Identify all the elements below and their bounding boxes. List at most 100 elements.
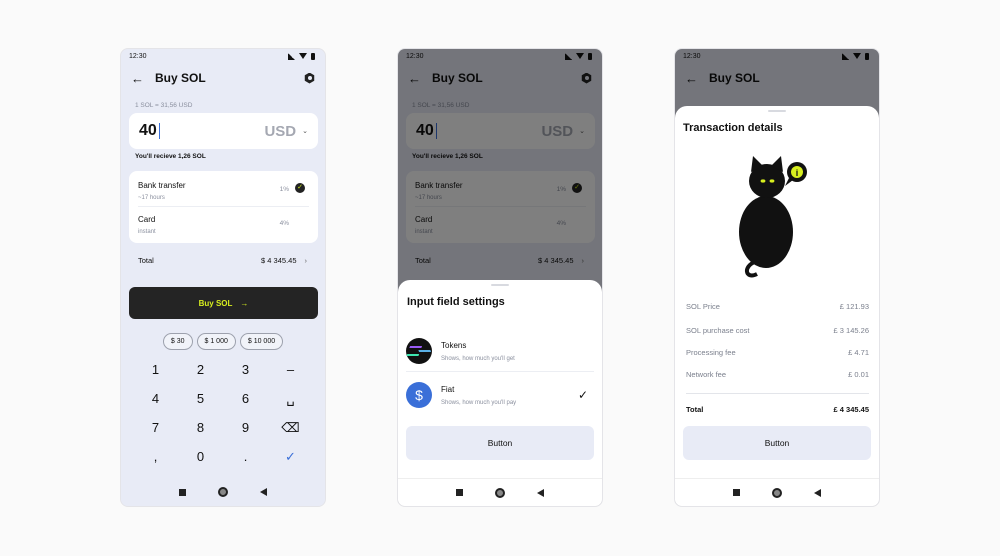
back-arrow-icon[interactable]: ← (131, 71, 149, 86)
home-icon[interactable] (218, 487, 228, 497)
key-0[interactable]: 0 (178, 449, 223, 464)
sheet-handle[interactable] (768, 110, 786, 112)
sheet-handle[interactable] (491, 284, 509, 286)
currency-selector[interactable]: USD (264, 123, 296, 140)
back-icon[interactable] (814, 488, 821, 497)
signal-icon (288, 52, 295, 60)
total-label: Total (138, 256, 154, 265)
payment-method-bank-transfer[interactable]: Bank transfer ~17 hours 1% ✓ (138, 173, 309, 207)
home-icon[interactable] (772, 487, 782, 498)
status-time: 12:30 (129, 52, 147, 60)
input-settings-screen: 12:30 ← Buy SOL 1 SOL = 31,56 USD 40 USD… (397, 48, 603, 507)
key-9[interactable]: 9 (223, 420, 268, 435)
total-value: $ 4 345.45 (261, 256, 297, 265)
amount-value: 40 (139, 122, 157, 139)
key-7[interactable]: 7 (133, 420, 178, 435)
key-grid: 1 2 3 – 4 5 6 ␣ 7 8 9 ⌫ , 0 . ✓ (133, 362, 313, 464)
method-fee: 1% (279, 186, 289, 193)
checkmark-icon: ✓ (577, 388, 588, 402)
detail-label: SOL Price (686, 302, 720, 311)
buy-sol-screen: 12:30 ← Buy SOL 1 SOL = 31,56 USD 40 USD… (120, 48, 326, 507)
total-row[interactable]: Total $ 4 345.45 › (138, 256, 307, 265)
detail-row-processing-fee: Processing fee £ 4.71 (686, 348, 869, 357)
divider (686, 393, 869, 394)
backspace-icon[interactable]: ⌫ (268, 420, 313, 435)
check-circle-icon: ✓ (295, 183, 305, 193)
quick-amount-chips: $ 30 $ 1 000 $ 10 000 (121, 333, 325, 350)
quick-amount-chip[interactable]: $ 1 000 (196, 333, 236, 350)
recents-icon[interactable] (733, 489, 740, 496)
back-icon[interactable] (260, 488, 267, 496)
system-nav-bar (675, 478, 879, 506)
quick-amount-chip[interactable]: $ 10 000 (239, 333, 284, 350)
space-key-icon[interactable]: ␣ (268, 391, 313, 406)
payment-methods: Bank transfer ~17 hours 1% ✓ Card instan… (129, 171, 318, 243)
bottom-sheet: Input field settings Tokens Shows, how m… (398, 280, 602, 506)
detail-label: SOL purchase cost (686, 326, 750, 335)
method-fee: 4% (279, 220, 289, 227)
detail-row-sol-price: SOL Price £ 121.93 (686, 302, 869, 311)
method-name: Card (138, 215, 156, 224)
buy-button-label: Buy SOL (198, 298, 233, 308)
detail-value: £ 3 145.26 (833, 326, 869, 335)
option-fiat[interactable]: $ Fiat Shows, how much you'll pay ✓ (406, 376, 594, 416)
detail-row-total: Total £ 4 345.45 (686, 405, 869, 414)
option-description: Shows, how much you'll pay (441, 400, 517, 406)
recents-icon[interactable] (179, 488, 186, 496)
key-4[interactable]: 4 (133, 391, 178, 406)
option-tokens[interactable]: Tokens Shows, how much you'll get (406, 332, 594, 372)
key-comma[interactable]: , (133, 449, 178, 464)
buy-sol-button[interactable]: Buy SOL → (129, 287, 318, 319)
detail-value: £ 0.01 (848, 370, 869, 379)
chevron-down-icon[interactable]: ⌄ (302, 127, 308, 135)
arrow-right-icon: → (240, 298, 249, 308)
option-name: Tokens (441, 341, 467, 350)
transaction-details-screen: 12:30 ← Buy SOL Transaction details i SO… (674, 48, 880, 507)
detail-row-purchase-cost: SOL purchase cost £ 3 145.26 (686, 326, 869, 335)
amount-input[interactable]: 40 USD ⌄ (129, 113, 318, 149)
black-cat-illustration: i (739, 156, 807, 278)
text-caret (158, 123, 161, 139)
total-label: Total (686, 405, 704, 414)
battery-icon (311, 52, 315, 60)
quick-amount-chip[interactable]: $ 30 (162, 333, 193, 350)
app-bar: ← Buy SOL (121, 67, 325, 89)
sheet-title: Input field settings (407, 296, 505, 308)
dollar-icon: $ (406, 382, 432, 408)
key-3[interactable]: 3 (223, 362, 268, 377)
total-value: £ 4 345.45 (833, 405, 869, 414)
key-2[interactable]: 2 (178, 362, 223, 377)
home-icon[interactable] (495, 487, 505, 498)
numeric-keypad: $ 30 $ 1 000 $ 10 000 1 2 3 – 4 5 6 ␣ 7 … (121, 329, 325, 478)
confirm-check-icon[interactable]: ✓ (268, 449, 313, 464)
detail-label: Network fee (686, 370, 727, 379)
sheet-button[interactable]: Button (683, 426, 871, 460)
payment-method-card[interactable]: Card instant 4% (138, 207, 309, 241)
key-5[interactable]: 5 (178, 391, 223, 406)
method-duration: instant (138, 229, 156, 235)
detail-label: Processing fee (686, 348, 736, 357)
solana-icon (406, 338, 432, 364)
back-icon[interactable] (537, 488, 544, 497)
detail-value: £ 4.71 (848, 348, 869, 357)
bottom-sheet: Transaction details i SOL Price £ 121.93… (675, 106, 879, 506)
status-bar: 12:30 (121, 49, 325, 63)
key-8[interactable]: 8 (178, 420, 223, 435)
system-nav-bar (121, 478, 325, 506)
key-minus[interactable]: – (268, 362, 313, 377)
option-name: Fiat (441, 385, 455, 394)
key-1[interactable]: 1 (133, 362, 178, 377)
chevron-right-icon: › (304, 256, 308, 265)
key-dot[interactable]: . (223, 449, 268, 464)
receive-amount: You'll recieve 1,26 SOL (135, 153, 206, 160)
detail-value: £ 121.93 (839, 302, 869, 311)
key-6[interactable]: 6 (223, 391, 268, 406)
page-title: Buy SOL (155, 71, 206, 85)
sheet-title: Transaction details (683, 122, 783, 134)
recents-icon[interactable] (456, 489, 463, 496)
exchange-rate: 1 SOL = 31,56 USD (135, 102, 193, 109)
system-nav-bar (398, 478, 602, 506)
info-icon: i (796, 168, 799, 178)
sheet-button[interactable]: Button (406, 426, 594, 460)
settings-icon[interactable] (304, 72, 315, 84)
